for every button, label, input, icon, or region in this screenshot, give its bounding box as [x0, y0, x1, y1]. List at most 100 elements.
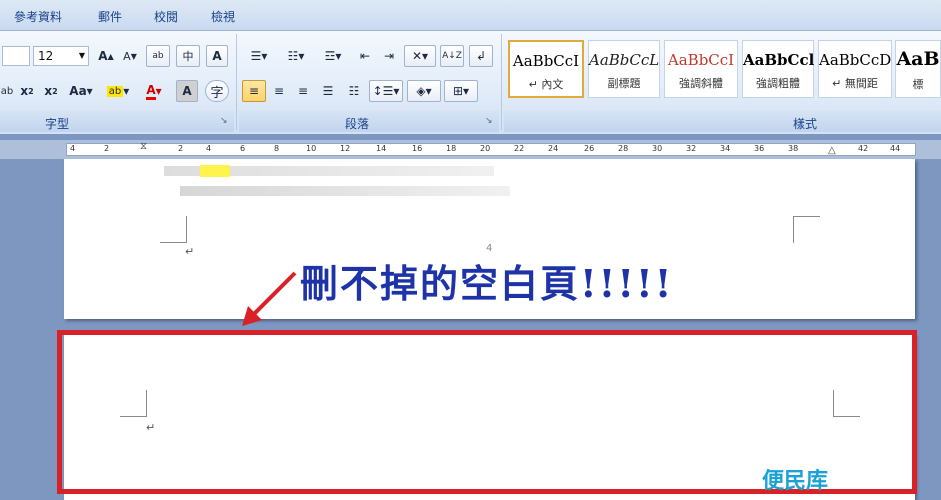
chevron-down-icon: ▼	[78, 51, 85, 60]
style-sample: AaB	[896, 48, 940, 70]
subscript-icon[interactable]: x2	[16, 80, 38, 102]
paragraph-group-label: 段落	[345, 117, 370, 131]
align-center-icon[interactable]: ≡	[268, 80, 290, 102]
style-name: 強調斜體	[679, 77, 723, 90]
ruler-tick-label: 4	[70, 144, 76, 153]
multilevel-list-icon: ☲	[324, 49, 336, 63]
font-color-button[interactable]: A ▾	[138, 80, 170, 102]
character-shading-icon[interactable]: A	[176, 80, 198, 102]
ruler-tick-label: 26	[584, 144, 595, 153]
bullets-button[interactable]: ☰ ▾	[242, 45, 276, 67]
ruler-tick-label: 34	[720, 144, 731, 153]
borders-icon: ⊞	[452, 84, 464, 98]
ruler-tick-label: 18	[446, 144, 457, 153]
ruler-tick-label: 10	[306, 144, 317, 153]
style-item[interactable]: AaBbCcI 強調斜體	[664, 40, 738, 98]
font-size-combo[interactable]: 12 ▼	[33, 46, 89, 66]
paragraph-mark: ↵	[185, 245, 195, 258]
multilevel-list-button[interactable]: ☲ ▾	[316, 45, 350, 67]
highlight-color-button[interactable]: ab ▾	[101, 80, 135, 102]
ruler-tick-label: 38	[788, 144, 799, 153]
change-case-button[interactable]: Aa▾	[65, 80, 97, 102]
ruler-tick-label: 20	[480, 144, 491, 153]
justify-icon[interactable]: ☰	[317, 80, 339, 102]
tab-review[interactable]: 校閱	[154, 8, 178, 25]
ruler-tick-label: 2	[104, 144, 110, 153]
character-border-icon[interactable]: A	[206, 45, 228, 67]
superscript-icon[interactable]: x2	[40, 80, 62, 102]
line-spacing-icon: ↕☰	[372, 84, 394, 98]
sort-icon[interactable]: A↓Z	[440, 45, 464, 67]
shrink-font-button[interactable]: A ▼	[119, 45, 141, 67]
styles-group-label: 樣式	[793, 117, 818, 131]
ruler-tick-label: 36	[754, 144, 765, 153]
ruler-tick-label: 8	[274, 144, 280, 153]
red-arrow-icon	[242, 271, 297, 326]
font-name-combo[interactable]	[2, 46, 30, 66]
ruler-tick-label: 44	[890, 144, 901, 153]
style-name: 標	[912, 78, 924, 91]
highlighter-icon: ab	[106, 85, 124, 97]
line-spacing-button[interactable]: ↕☰ ▾	[369, 80, 403, 102]
text-line	[180, 186, 510, 196]
grow-font-button[interactable]: A ▲	[95, 45, 117, 67]
bullet-list-icon: ☰	[250, 49, 262, 63]
style-sample: AaBbCcD	[819, 51, 892, 69]
numbered-list-icon: ☷	[287, 49, 299, 63]
style-item[interactable]: AaB 標	[895, 40, 941, 98]
align-left-icon[interactable]: ≡	[242, 80, 266, 102]
tab-mailings[interactable]: 郵件	[98, 8, 122, 25]
annotation-caption: 刪不掉的空白頁!!!!!	[300, 261, 674, 306]
show-formatting-icon[interactable]: ↲	[469, 45, 493, 67]
ribbon-tab-bar: 參考資料 郵件 校閱 檢視	[0, 0, 941, 31]
style-name: ↵ 無間距	[832, 77, 878, 90]
borders-button[interactable]: ⊞ ▾	[444, 80, 478, 102]
style-name: ↵ 內文	[528, 78, 564, 91]
ruler-tick-label: 4	[206, 144, 212, 153]
tab-view[interactable]: 檢視	[211, 8, 235, 25]
phonetic-guide-icon[interactable]: 中	[176, 45, 200, 67]
ruler-tick-label: 30	[652, 144, 663, 153]
ruler-tick-label: 12	[340, 144, 351, 153]
style-sample: AaBbCcL	[589, 51, 660, 69]
style-sample: AaBbCcI	[512, 52, 580, 70]
ruler-tick-label: 14	[376, 144, 387, 153]
font-size-value: 12	[38, 49, 54, 63]
ruler-tick-label: 28	[618, 144, 629, 153]
right-indent-icon[interactable]: △	[828, 145, 836, 156]
watermark: 便民库	[762, 469, 829, 494]
shading-button[interactable]: ◈ ▾	[407, 80, 441, 102]
font-group-footer	[0, 110, 234, 132]
group-divider	[236, 34, 237, 130]
style-item[interactable]: AaBbCcD ↵ 無間距	[818, 40, 892, 98]
strikethrough-icon[interactable]: ab	[0, 80, 14, 102]
clear-format-icon[interactable]: ab	[146, 45, 170, 67]
ruler-tick-label: 16	[412, 144, 423, 153]
align-right-icon[interactable]: ≡	[292, 80, 314, 102]
increase-indent-icon[interactable]: ⇥	[378, 45, 400, 67]
group-divider	[501, 34, 502, 130]
dialog-launcher-icon[interactable]: ↘	[485, 116, 493, 126]
highlighted-text	[200, 165, 230, 177]
style-item[interactable]: AaBbCcL 副標題	[588, 40, 660, 98]
style-item[interactable]: AaBbCcI ↵ 內文	[508, 40, 584, 98]
styles-group-footer	[504, 110, 941, 132]
asian-layout-icon: ✕	[411, 49, 423, 63]
ruler-tick-label: 2	[178, 144, 184, 153]
decrease-indent-icon[interactable]: ⇤	[354, 45, 376, 67]
numbering-button[interactable]: ☷ ▾	[279, 45, 313, 67]
indent-marker-icon[interactable]: ⧖	[140, 141, 147, 152]
ruler-tick-label: 32	[686, 144, 697, 153]
paint-bucket-icon: ◈	[416, 84, 426, 98]
tab-references[interactable]: 參考資料	[14, 8, 62, 25]
enclose-characters-icon[interactable]: 字	[205, 80, 229, 102]
dialog-launcher-icon[interactable]: ↘	[220, 116, 228, 126]
distributed-icon[interactable]: ☷	[342, 80, 366, 102]
margin-corner-mark	[793, 216, 820, 243]
asian-layout-button[interactable]: ✕ ▾	[404, 45, 436, 67]
style-name: 副標題	[607, 77, 641, 90]
style-name: 強調粗體	[756, 77, 800, 90]
style-item[interactable]: AaBbCcl 強調粗體	[742, 40, 814, 98]
style-sample: AaBbCcl	[743, 51, 815, 69]
ruler-tick-label: 6	[240, 144, 246, 153]
